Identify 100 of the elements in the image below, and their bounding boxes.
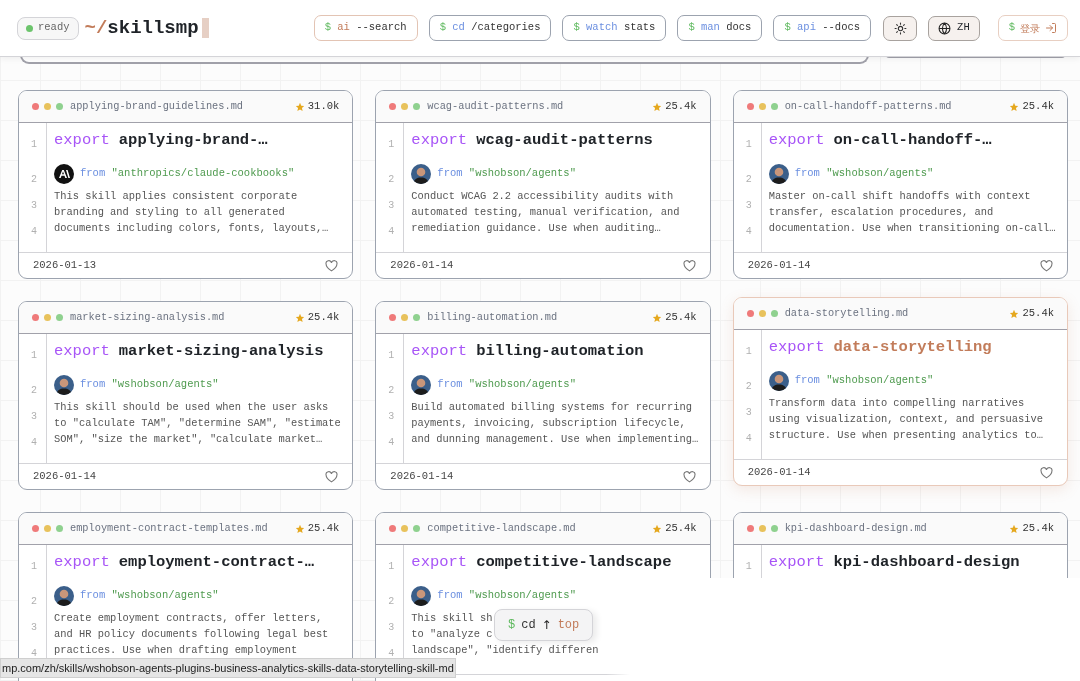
file-name: on-call-handoff-patterns.md <box>784 98 952 114</box>
line-number: 1 <box>31 349 37 363</box>
star-icon <box>652 101 663 112</box>
description-line: Create employment contracts, offer letters, <box>54 611 323 626</box>
description-line: This skill applies consistent corporate <box>54 189 298 204</box>
skill-card[interactable] <box>18 90 354 279</box>
star-count: 25.4k <box>1022 520 1054 536</box>
search-field[interactable] <box>20 55 869 64</box>
language-button[interactable]: ZH <box>928 15 980 41</box>
line-number: 4 <box>745 432 752 446</box>
file-name: market-sizing-analysis.md <box>70 309 225 325</box>
description-line: documents including colors, fonts, layouts,… <box>54 221 329 236</box>
skill-card[interactable] <box>732 90 1068 279</box>
file-name: competitive-landscape.md <box>427 520 576 536</box>
skill-title: export kpi-dashboard-design <box>768 553 1020 573</box>
date-label: 2026-01-14 <box>390 468 454 484</box>
status-bar-url: mp.com/zh/skills/wshobson-agents-plugins-business-analytics-skills-data-storytelling-skill-md <box>0 658 456 678</box>
theme-toggle-button[interactable] <box>883 15 918 41</box>
line-number: 1 <box>31 560 37 574</box>
line-number: 3 <box>388 199 395 213</box>
heart-icon[interactable] <box>1040 259 1053 272</box>
heart-icon[interactable] <box>682 470 696 483</box>
skill-title: export wcag-audit-patterns <box>411 131 654 151</box>
heart-icon[interactable] <box>682 259 696 272</box>
import-source: from "wshobson/agents" <box>437 588 576 604</box>
import-source: from "anthropics/claude-cookbooks" <box>80 166 295 182</box>
line-number: 4 <box>388 225 395 239</box>
skill-title: export employment-contract-… <box>54 553 316 573</box>
skill-card[interactable] <box>732 297 1068 486</box>
nav-button[interactable]: $ watch stats <box>562 15 667 41</box>
line-number: 1 <box>388 560 395 574</box>
description-line: to "calculate TAM", "determine SAM", "estimate <box>54 416 341 431</box>
heart-icon[interactable] <box>325 259 339 272</box>
sun-icon <box>893 21 907 35</box>
line-number: 4 <box>31 225 37 239</box>
star-icon <box>1009 101 1020 112</box>
file-name: kpi-dashboard-design.md <box>784 520 927 536</box>
line-number: 1 <box>388 138 395 152</box>
line-number: 1 <box>388 349 395 363</box>
description-line: This skill sh <box>411 611 493 626</box>
line-number: 2 <box>388 173 395 187</box>
line-number: 3 <box>388 621 395 635</box>
description-line: transfer, escalation procedures, and <box>768 205 994 220</box>
line-number: 4 <box>388 647 395 661</box>
star-count: 31.0k <box>307 98 340 114</box>
avatar-icon <box>54 375 74 395</box>
star-icon <box>1009 523 1020 534</box>
description-line: practices. Use when drafting employment <box>54 643 298 658</box>
text-cursor <box>201 18 209 38</box>
line-number: 2 <box>745 380 752 394</box>
star-icon <box>294 101 305 112</box>
description-line: Transform data into compelling narratives <box>768 396 1025 411</box>
avatar-icon <box>768 164 789 184</box>
date-label: 2026-01-14 <box>33 468 96 484</box>
nav-button[interactable]: $ api --docs <box>773 15 872 41</box>
description-line: Conduct WCAG 2.2 accessibility audits with <box>411 189 674 204</box>
nav-button[interactable]: $ cd /categories <box>428 15 552 41</box>
line-number: 3 <box>31 621 37 635</box>
description-line: Master on-call shift handoffs with context <box>768 189 1031 204</box>
description-line: remediation guidance. Use when auditing… <box>411 221 661 236</box>
nav-button[interactable]: $ man docs <box>677 15 763 41</box>
skill-card[interactable] <box>18 301 354 490</box>
star-count: 25.4k <box>665 309 697 325</box>
date-label: 2026-01-13 <box>33 257 96 273</box>
heart-icon[interactable] <box>1040 466 1053 479</box>
description-line: Build automated billing systems for recurring <box>411 400 692 415</box>
star-icon <box>652 523 663 534</box>
line-number: 3 <box>31 410 37 424</box>
file-name: employment-contract-templates.md <box>70 520 268 536</box>
avatar-icon <box>411 164 432 184</box>
line-number: 2 <box>745 173 752 187</box>
star-count: 25.4k <box>307 520 340 536</box>
star-icon <box>1009 308 1020 319</box>
line-number: 3 <box>388 410 395 424</box>
status-label: ready <box>38 20 70 36</box>
avatar-icon <box>54 586 74 606</box>
nav-button[interactable]: $ ai --search <box>313 15 418 41</box>
line-number: 2 <box>388 384 395 398</box>
line-number: 2 <box>31 384 37 398</box>
date-label: 2026-01-14 <box>747 464 811 480</box>
description-line: automated testing, manual verification, and <box>411 205 680 220</box>
line-number: 2 <box>388 595 395 609</box>
search-button[interactable] <box>886 55 1065 58</box>
back-to-top-button[interactable]: $ cd ↑ top <box>494 609 594 641</box>
avatar-icon <box>411 586 432 606</box>
description-line: and dunning management. Use when implementing… <box>411 432 699 447</box>
line-number: 1 <box>31 138 37 152</box>
skill-card[interactable] <box>375 301 711 490</box>
skill-title: export market-sizing-analysis <box>54 342 325 362</box>
import-source: from "wshobson/agents" <box>794 373 934 389</box>
description-line: branding and styling to all generated <box>54 205 285 220</box>
line-number: 3 <box>31 199 37 213</box>
login-button[interactable]: $ 登录 <box>997 15 1068 41</box>
star-icon <box>294 523 305 534</box>
skill-card[interactable] <box>375 90 711 279</box>
sign-in-icon <box>1045 22 1057 34</box>
heart-icon[interactable] <box>325 470 339 483</box>
file-name: wcag-audit-patterns.md <box>427 98 564 114</box>
file-name: billing-automation.md <box>427 309 558 325</box>
line-number: 2 <box>31 595 37 609</box>
